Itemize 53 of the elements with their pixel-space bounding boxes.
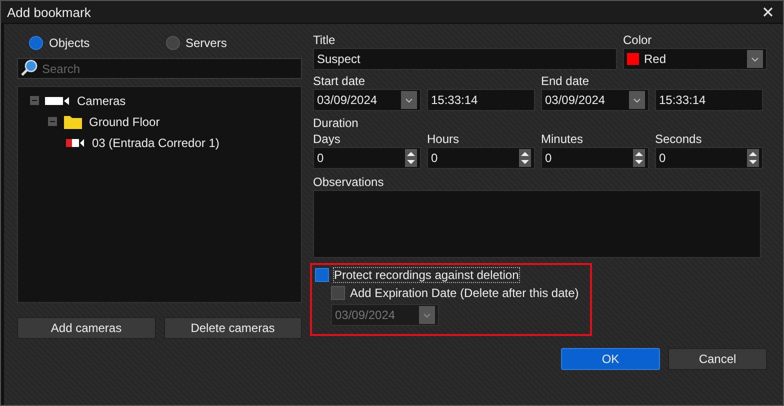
field-label: Start date	[313, 73, 366, 89]
checkbox-label: Add Expiration Date (Delete after this date)	[350, 286, 579, 300]
dialog-button[interactable]: OK	[561, 348, 660, 370]
field-label: End date	[541, 73, 590, 89]
close-icon[interactable]	[763, 7, 773, 17]
dropdown-icon	[751, 56, 759, 62]
title-field[interactable]: Suspect	[313, 48, 617, 70]
spin-icon	[747, 149, 759, 167]
window-title: Add bookmark	[7, 4, 91, 20]
radio-option[interactable]: Objects	[29, 36, 166, 50]
action-button[interactable]: Add cameras	[17, 317, 156, 339]
action-button[interactable]: Delete cameras	[164, 317, 302, 339]
number-spinner[interactable]: 0	[655, 147, 763, 169]
observations-field[interactable]	[313, 190, 761, 258]
dropdown-icon	[405, 98, 413, 102]
tree-item[interactable]: Ground Floor	[89, 114, 160, 128]
spin-icon	[405, 149, 417, 167]
spin-icon	[633, 149, 645, 167]
tree-item[interactable]: 03 (Entrada Corredor 1)	[92, 136, 220, 150]
checkbox[interactable]: Protect recordings against deletion	[315, 268, 590, 282]
collapse-icon[interactable]	[48, 117, 57, 126]
field-label: Color	[623, 32, 653, 48]
field-label: Observations	[313, 174, 385, 190]
camera-icon	[45, 96, 71, 106]
dropdown-icon	[423, 312, 431, 318]
number-spinner[interactable]: 0	[541, 147, 649, 169]
dropdown-icon	[633, 98, 641, 102]
camera-icon	[66, 138, 86, 148]
field-label: Days	[313, 131, 342, 147]
color-dropdown[interactable]: Red	[623, 48, 767, 70]
date-picker[interactable]: 03/09/2024	[313, 89, 421, 111]
field-label: Title	[313, 32, 336, 48]
checkbox-label: Protect recordings against deletion	[334, 268, 519, 282]
radio-label: Objects	[49, 36, 90, 50]
field-label: Minutes	[541, 131, 584, 147]
number-spinner[interactable]: 0	[313, 147, 421, 169]
checkbox[interactable]: Add Expiration Date (Delete after this date)	[315, 286, 590, 300]
tree-item[interactable]: Cameras	[77, 94, 126, 108]
radio-label: Servers	[186, 36, 227, 50]
field-label: Seconds	[655, 131, 703, 147]
folder-icon	[63, 114, 83, 130]
number-spinner[interactable]: 0	[427, 147, 535, 169]
dialog-button[interactable]: Cancel	[668, 348, 767, 370]
collapse-icon[interactable]	[30, 96, 39, 105]
radio-option[interactable]: Servers	[166, 36, 302, 50]
date-picker[interactable]: 03/09/2024	[541, 89, 649, 111]
search-field[interactable]: Search	[17, 58, 302, 79]
search-icon	[20, 59, 38, 77]
section-label: Duration	[313, 115, 360, 131]
time-field[interactable]: 15:33:14	[427, 89, 535, 111]
field-label: Hours	[427, 131, 460, 147]
time-field[interactable]: 15:33:14	[655, 89, 763, 111]
spin-icon	[519, 149, 531, 167]
